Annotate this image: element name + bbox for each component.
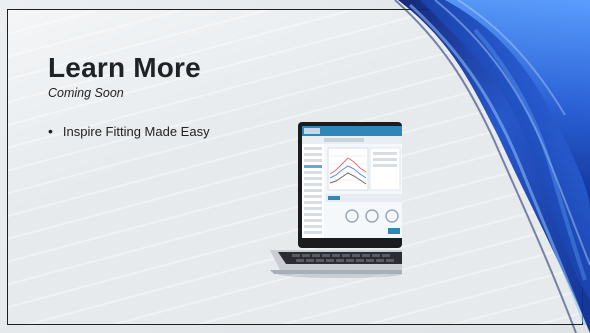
blue-ribbon-decoration: [394, 0, 590, 333]
laptop-image: [270, 122, 402, 278]
slide: Learn More Coming Soon • Inspire Fitting…: [0, 0, 590, 333]
page-title: Learn More: [48, 52, 201, 83]
bullet-dot-icon: •: [48, 123, 53, 139]
page-subtitle: Coming Soon: [48, 86, 124, 100]
bullet-item: • Inspire Fitting Made Easy: [48, 124, 210, 139]
bullet-text: Inspire Fitting Made Easy: [62, 124, 210, 139]
